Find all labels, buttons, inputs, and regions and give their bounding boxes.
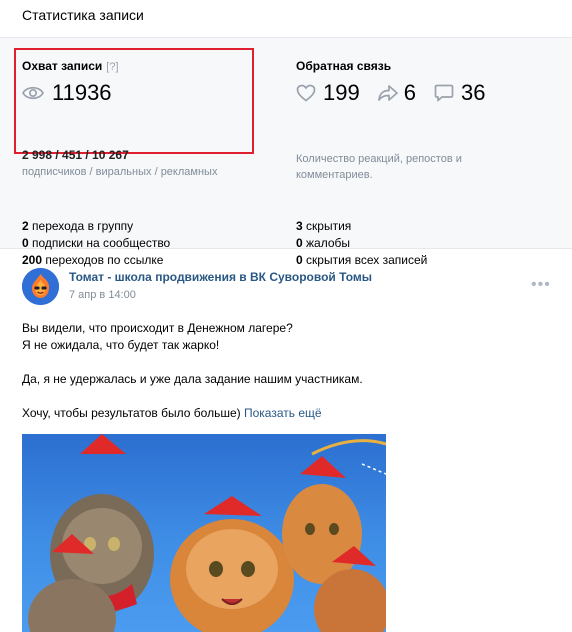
post-text-line: Хочу, чтобы результатов было больше) Пок…: [22, 406, 322, 420]
heart-icon: [296, 84, 316, 102]
more-options-icon[interactable]: •••: [531, 276, 551, 294]
feedback-description: Количество реакций, репостов и комментар…: [296, 153, 462, 181]
share-icon: [377, 85, 398, 101]
post-text-line: Да, я не удержалась и уже дала задание н…: [22, 372, 363, 386]
reach-title: Охват записи [?]: [22, 59, 119, 73]
post-text-line: Я не ожидала, что будет так жарко!: [22, 338, 220, 352]
reach-breakdown-caption: подписчиков / виральных / рекламных: [22, 166, 218, 178]
feedback-row: 199 6 36: [296, 80, 485, 106]
feedback-title: Обратная связь: [296, 59, 392, 73]
post-author-link[interactable]: Томат - школа продвижения в ВК Суворовой…: [69, 270, 372, 284]
reach-total: 11936: [22, 80, 112, 106]
help-icon[interactable]: [?]: [106, 61, 118, 73]
comments-count: 36: [460, 80, 486, 105]
reach-breakdown: 2 998 / 451 / 10 267: [22, 148, 129, 162]
comment-icon: [434, 84, 454, 102]
page-title: Статистика записи: [22, 7, 144, 23]
author-avatar[interactable]: [22, 268, 59, 305]
likes-count: 199: [323, 80, 360, 105]
metric-link-clicks: 200 переходов по ссылке: [22, 253, 164, 267]
metric-hide-all: 0 скрытия всех записей: [296, 253, 428, 267]
metric-subscriptions: 0 подписки на сообщество: [22, 236, 171, 250]
metric-hides: 3 скрытия: [296, 219, 352, 233]
metric-reports: 0 жалобы: [296, 236, 351, 250]
page-header: Статистика записи: [0, 0, 572, 38]
show-more-link[interactable]: Показать ещё: [244, 406, 322, 420]
post-date[interactable]: 7 апр в 14:00: [69, 289, 136, 301]
reposts-count: 6: [403, 80, 416, 105]
post-text-line: Вы видели, что происходит в Денежном лаг…: [22, 321, 293, 335]
stats-panel: Охват записи [?] 11936 2 998 / 451 / 10 2…: [0, 38, 572, 267]
metric-group-transitions: 2 перехода в группу: [22, 219, 134, 233]
post-image[interactable]: [22, 434, 386, 632]
reach-total-value: 11936: [52, 80, 112, 105]
eye-icon: [22, 85, 44, 101]
